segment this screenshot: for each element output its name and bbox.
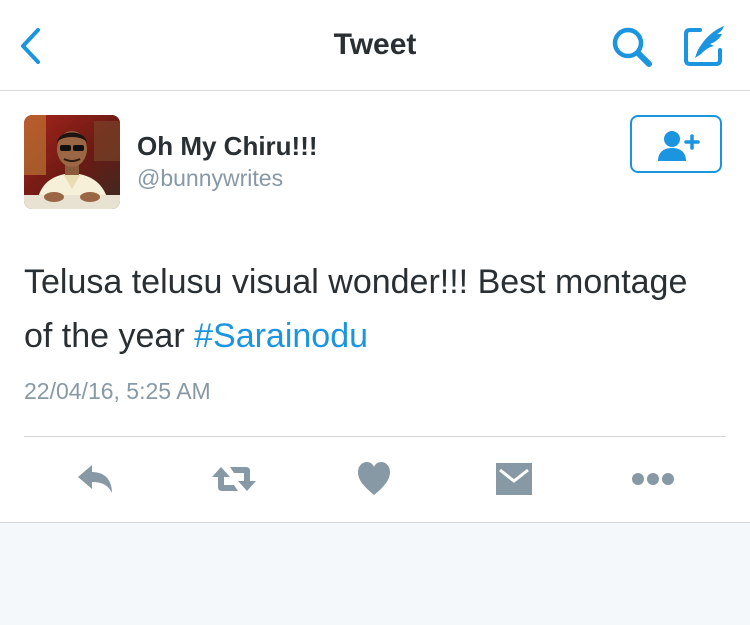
tweet-text: Telusa telusu visual wonder!!! Best mont… [24, 255, 724, 363]
more-options-icon [632, 473, 674, 485]
compose-tweet-icon [684, 26, 724, 66]
author-handle[interactable]: @bunnywrites [137, 165, 283, 192]
divider [24, 436, 726, 437]
search-icon [612, 27, 652, 67]
author-name[interactable]: Oh My Chiru!!! [137, 131, 318, 162]
retweet-button[interactable] [210, 457, 258, 501]
tweet-timestamp: 22/04/16, 5:25 AM [24, 378, 211, 404]
follow-button[interactable] [630, 115, 722, 173]
avatar[interactable] [24, 115, 120, 209]
hashtag-link[interactable]: #Sarainodu [194, 317, 368, 355]
direct-message-icon [496, 463, 532, 495]
retweet-icon [212, 467, 256, 491]
tweet-card: Oh My Chiru!!! @bunnywrites Telusa telus… [0, 91, 750, 523]
follow-user-icon [658, 131, 700, 161]
more-options-button[interactable] [630, 457, 676, 501]
search-button[interactable] [608, 24, 656, 70]
tweet-detail-screen: Tweet Oh My Chiru!!! @bunnywrites Telusa… [0, 0, 750, 625]
reply-icon [78, 465, 112, 493]
navigation-bar: Tweet [0, 0, 750, 91]
compose-button[interactable] [680, 22, 730, 70]
back-button[interactable] [14, 24, 50, 68]
like-heart-icon [358, 462, 390, 495]
like-button[interactable] [356, 457, 392, 501]
back-chevron-icon [21, 28, 40, 64]
direct-message-button[interactable] [494, 457, 534, 501]
reply-button[interactable] [74, 457, 116, 501]
avatar-photo [24, 115, 120, 209]
